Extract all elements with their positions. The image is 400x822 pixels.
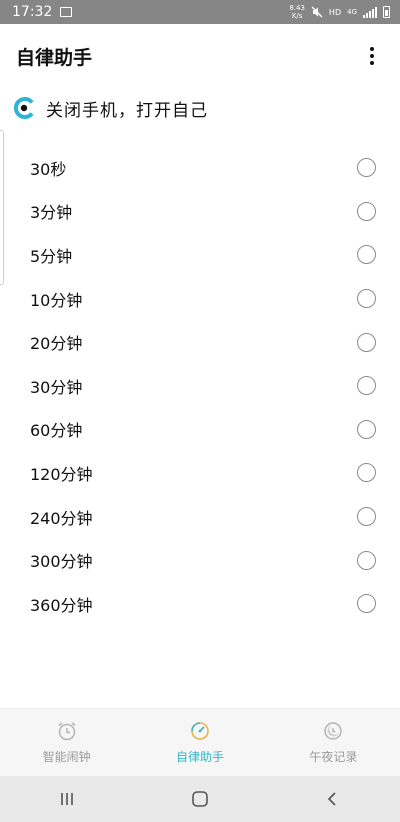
home-icon <box>192 791 208 807</box>
tab-label: 智能闹钟 <box>42 750 91 764</box>
bottom-navigation: 智能闹钟 自律助手 午夜记录 <box>0 708 400 776</box>
network-speed-value: 8.43 <box>289 4 305 12</box>
list-item[interactable]: 20分钟 <box>0 320 400 364</box>
list-item[interactable]: 10分钟 <box>0 277 400 321</box>
tab-midnight-record[interactable]: 午夜记录 <box>267 709 400 776</box>
duration-label: 3分钟 <box>30 203 73 223</box>
tab-smart-alarm[interactable]: 智能闹钟 <box>0 709 133 776</box>
page-title: 自律助手 <box>16 46 93 69</box>
list-item[interactable]: 300分钟 <box>0 538 400 582</box>
alarm-clock-icon <box>58 722 76 741</box>
system-navigation-bar <box>0 776 400 822</box>
duration-radio[interactable] <box>357 245 376 265</box>
duration-label: 360分钟 <box>30 595 93 615</box>
hd-indicator: HD <box>328 7 342 17</box>
recent-apps-icon <box>60 793 73 805</box>
status-time: 17:32 <box>12 4 53 20</box>
duration-list: 30秒 3分钟 5分钟 10分钟 20分钟 30分钟 60分钟 120分钟 24… <box>0 146 400 626</box>
duration-label: 240分钟 <box>30 508 93 528</box>
slogan: 关闭手机，打开自己 <box>14 96 208 121</box>
network-type: 4G <box>347 8 357 16</box>
duration-radio[interactable] <box>357 507 376 527</box>
list-item[interactable]: 3分钟 <box>0 190 400 234</box>
duration-radio[interactable] <box>357 463 376 483</box>
duration-radio[interactable] <box>357 201 376 221</box>
list-item[interactable]: 30分钟 <box>0 364 400 408</box>
duration-radio[interactable] <box>357 594 376 614</box>
app-bar: 自律助手 <box>0 24 400 88</box>
duration-label: 300分钟 <box>30 552 93 572</box>
signal-icon <box>363 6 377 18</box>
slogan-text: 关闭手机，打开自己 <box>46 100 208 121</box>
duration-radio[interactable] <box>357 332 376 352</box>
duration-radio[interactable] <box>357 289 376 309</box>
list-item[interactable]: 120分钟 <box>0 451 400 495</box>
list-item[interactable]: 5分钟 <box>0 233 400 277</box>
tab-self-discipline[interactable]: 自律助手 <box>133 709 266 776</box>
duration-radio[interactable] <box>357 419 376 439</box>
more-options-icon[interactable] <box>360 44 384 68</box>
duration-label: 30分钟 <box>30 377 83 397</box>
image-notification-icon <box>60 7 73 17</box>
network-speed-unit: K/s <box>291 12 303 20</box>
app-logo-icon <box>14 97 34 119</box>
moon-clock-icon <box>324 722 343 740</box>
duration-label: 120分钟 <box>30 464 93 484</box>
duration-radio[interactable] <box>357 376 376 396</box>
status-bar: 17:32 8.43 K/s HD 4G <box>0 0 400 24</box>
tab-label: 午夜记录 <box>309 750 358 764</box>
duration-radio[interactable] <box>357 158 376 178</box>
list-item[interactable]: 360分钟 <box>0 582 400 626</box>
battery-icon <box>383 6 390 18</box>
mute-icon <box>311 6 323 18</box>
duration-label: 60分钟 <box>30 421 83 441</box>
list-item[interactable]: 240分钟 <box>0 495 400 539</box>
network-speed: 8.43 K/s <box>289 4 305 20</box>
recent-apps-button[interactable] <box>47 779 87 819</box>
status-indicators: 8.43 K/s HD 4G <box>289 4 390 20</box>
duration-radio[interactable] <box>357 550 376 570</box>
list-item[interactable]: 30秒 <box>0 146 400 190</box>
gauge-icon <box>191 722 209 740</box>
duration-label: 5分钟 <box>30 246 73 266</box>
back-icon <box>328 792 336 806</box>
duration-label: 30秒 <box>30 159 67 179</box>
list-item[interactable]: 60分钟 <box>0 408 400 452</box>
back-button[interactable] <box>313 779 353 819</box>
tab-label: 自律助手 <box>175 750 224 764</box>
duration-label: 20分钟 <box>30 334 83 354</box>
duration-label: 10分钟 <box>30 290 83 310</box>
home-button[interactable] <box>180 779 220 819</box>
